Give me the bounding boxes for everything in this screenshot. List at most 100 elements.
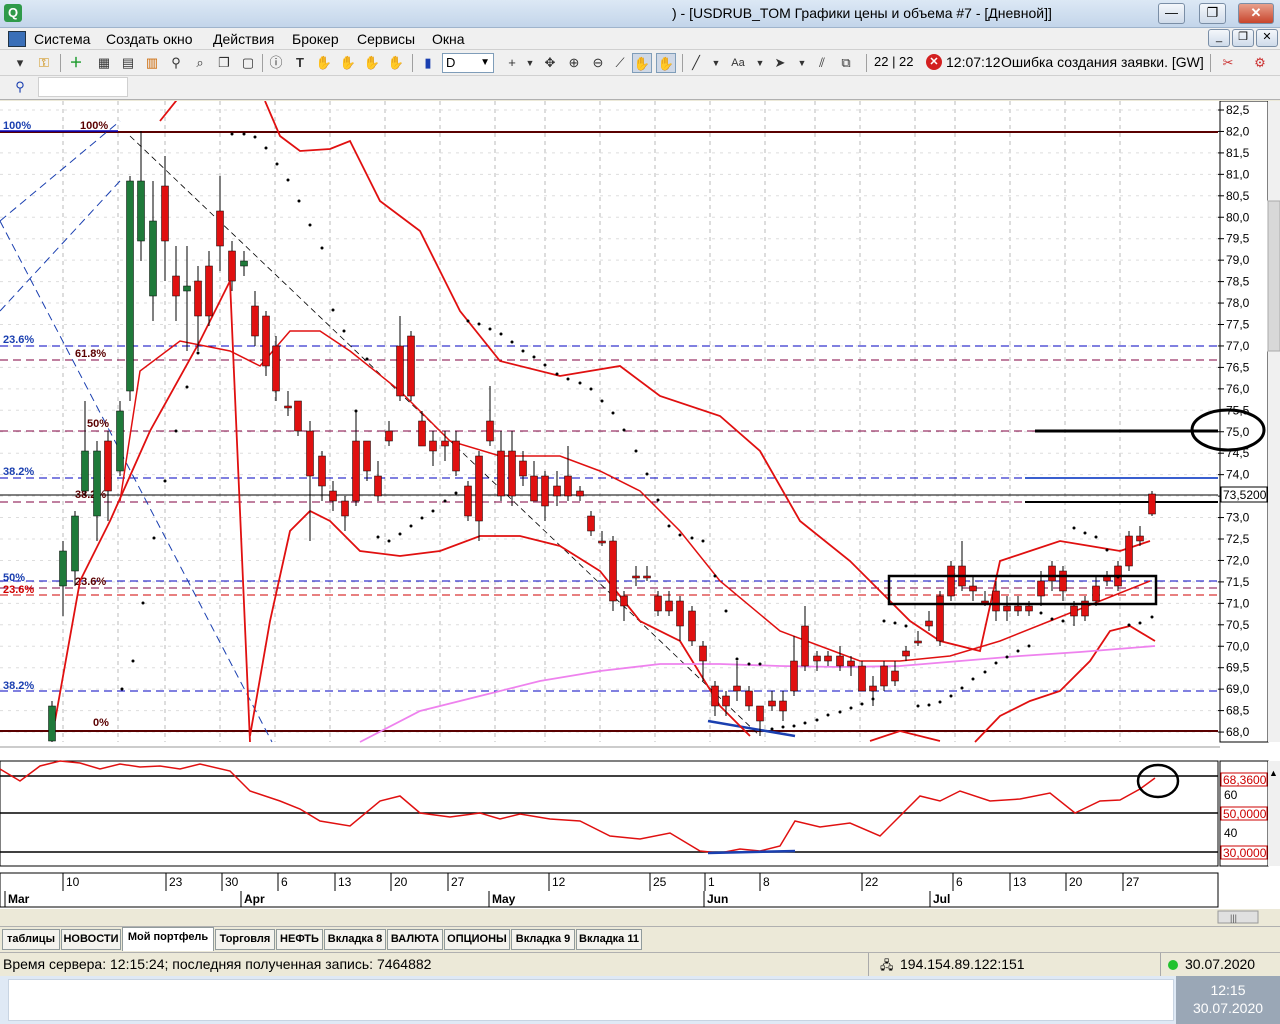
paste-icon[interactable]: ▢	[238, 53, 258, 73]
tab-tables[interactable]: таблицы	[2, 929, 60, 950]
tools2-icon[interactable]: ⚙	[1250, 53, 1270, 73]
sar-dot	[297, 199, 301, 203]
menu-actions[interactable]: Действия	[213, 31, 274, 47]
candle-body	[508, 450, 516, 497]
time-month-label: Apr	[244, 892, 265, 906]
hand-tool-icon[interactable]: ✋	[632, 53, 652, 73]
price-scrollbar[interactable]	[1268, 101, 1280, 742]
menu-services[interactable]: Сервисы	[357, 31, 415, 47]
window-icon[interactable]: ▤	[118, 53, 138, 73]
hand4-icon[interactable]: ✋	[386, 53, 406, 73]
search-input[interactable]	[38, 77, 128, 97]
candle-body	[183, 285, 191, 292]
candle-body	[294, 400, 302, 432]
hand-tool-alt-icon[interactable]: ✋	[656, 53, 676, 73]
sar-dot	[454, 491, 458, 495]
error-time: 12:07:12	[946, 54, 1001, 70]
candle-body	[1025, 605, 1033, 612]
arrow-tool-icon[interactable]: ➤	[770, 53, 790, 73]
sar-dot	[185, 385, 189, 389]
price-axis-label: 72,0	[1226, 553, 1250, 567]
tab-oil[interactable]: НЕФТЬ	[276, 929, 323, 950]
copy-icon[interactable]: ❐	[214, 53, 234, 73]
chart-window[interactable]: 82,5 82,0 81,5 81,0 80,5 80,0 79,5 79,0 78,5 78,0…	[0, 95, 1280, 925]
ruler-icon[interactable]: ⟋	[610, 53, 630, 73]
candle-body	[318, 455, 326, 487]
search-icon[interactable]: ⚲	[10, 77, 30, 97]
taskbar-input[interactable]	[8, 979, 1174, 1021]
text-tool-icon[interactable]: T	[290, 53, 310, 73]
candle-body	[374, 475, 382, 497]
sar-dot	[1138, 621, 1142, 625]
crosshair-icon[interactable]: +	[502, 53, 522, 73]
close-button[interactable]: ✕	[1238, 3, 1274, 24]
minimize-button[interactable]: —	[1158, 3, 1185, 24]
search-window-icon[interactable]: ⌕	[190, 53, 210, 73]
bar-chart-icon[interactable]: ▮	[418, 53, 438, 73]
tab-portfolio[interactable]: Мой портфель	[122, 927, 214, 951]
tab-news[interactable]: НОВОСТИ	[61, 929, 121, 950]
menu-broker[interactable]: Брокер	[292, 31, 339, 47]
tab-9[interactable]: Вкладка 9	[511, 929, 575, 950]
hand2-icon[interactable]: ✋	[338, 53, 358, 73]
error-message[interactable]: Ошибка создания заявки. [GW]	[1001, 54, 1204, 70]
sar-dot	[645, 472, 649, 476]
price-scrollbar-thumb[interactable]	[1267, 200, 1280, 352]
time-month-label: May	[492, 892, 516, 906]
hand-icon[interactable]: ✋	[314, 53, 334, 73]
interval-select[interactable]: D ▼	[442, 53, 494, 73]
child-restore-button[interactable]: ❐	[1232, 29, 1254, 47]
grip-icon: |||	[1230, 913, 1237, 923]
add-icon[interactable]: ＋	[66, 53, 86, 73]
candle-body	[902, 650, 910, 657]
candle-body	[858, 665, 866, 692]
app-icon: Q	[4, 4, 22, 22]
chart-window-icon[interactable]: ▥	[142, 53, 162, 73]
maximize-button[interactable]: ❐	[1199, 3, 1226, 24]
text-size-icon[interactable]: Aa	[728, 53, 748, 73]
child-minimize-button[interactable]: _	[1208, 29, 1230, 47]
system-clock[interactable]: 12:15 30.07.2020	[1176, 976, 1280, 1024]
arrow-down-icon[interactable]: ▾	[10, 53, 30, 73]
chevron-down-icon[interactable]: ▼	[706, 53, 726, 73]
eraser-icon[interactable]: ⧉	[836, 53, 856, 73]
fib-label: 50%	[87, 418, 109, 430]
child-close-button[interactable]: ✕	[1256, 29, 1278, 47]
line-tool-icon[interactable]: ╱	[686, 53, 706, 73]
price-axis-label: 70,5	[1226, 618, 1250, 632]
horizontal-scrollbar-thumb[interactable]	[1217, 910, 1259, 924]
binoculars-icon[interactable]: ⚲	[166, 53, 186, 73]
scroll-up-icon[interactable]: ▲	[1269, 768, 1278, 778]
hand3-icon[interactable]: ✋	[362, 53, 382, 73]
fib-label: 38.2%	[3, 466, 34, 478]
menu-windows[interactable]: Окна	[432, 31, 465, 47]
tab-8[interactable]: Вкладка 8	[324, 929, 386, 950]
chevron-down-icon[interactable]: ▼	[792, 53, 812, 73]
horizontal-scrollbar[interactable]	[0, 909, 1280, 925]
tools-icon[interactable]: ✂	[1218, 53, 1238, 73]
document-icon[interactable]	[8, 31, 26, 47]
price-chart[interactable]: 82,5 82,0 81,5 81,0 80,5 80,0 79,5 79,0 78,5 78,0…	[0, 95, 1280, 925]
price-axis-label: 75,0	[1226, 425, 1250, 439]
channel-icon[interactable]: ⫽	[812, 53, 832, 73]
candle-body	[914, 640, 922, 644]
info-icon[interactable]: ⓘ	[266, 53, 286, 73]
price-axis-label: 68,5	[1226, 704, 1250, 718]
zoom-out-icon[interactable]: ⊖	[588, 53, 608, 73]
sar-dot	[983, 670, 987, 674]
chevron-down-icon[interactable]: ▼	[520, 53, 540, 73]
sar-dot	[488, 327, 492, 331]
sar-dot	[634, 449, 638, 453]
zoom-in-icon[interactable]: ⊕	[564, 53, 584, 73]
menu-new-window[interactable]: Создать окно	[106, 31, 193, 47]
key-icon[interactable]: ⚿	[34, 53, 54, 73]
candle-body	[240, 260, 248, 267]
menu-system[interactable]: Система	[34, 31, 90, 47]
chevron-down-icon[interactable]: ▼	[750, 53, 770, 73]
tab-currency[interactable]: ВАЛЮТА	[387, 929, 443, 950]
tab-11[interactable]: Вкладка 11	[576, 929, 642, 950]
table-icon[interactable]: ▦	[94, 53, 114, 73]
tab-options[interactable]: ОПЦИОНЫ	[444, 929, 510, 950]
tab-trading[interactable]: Торговля	[215, 929, 275, 950]
move-icon[interactable]: ✥	[540, 53, 560, 73]
